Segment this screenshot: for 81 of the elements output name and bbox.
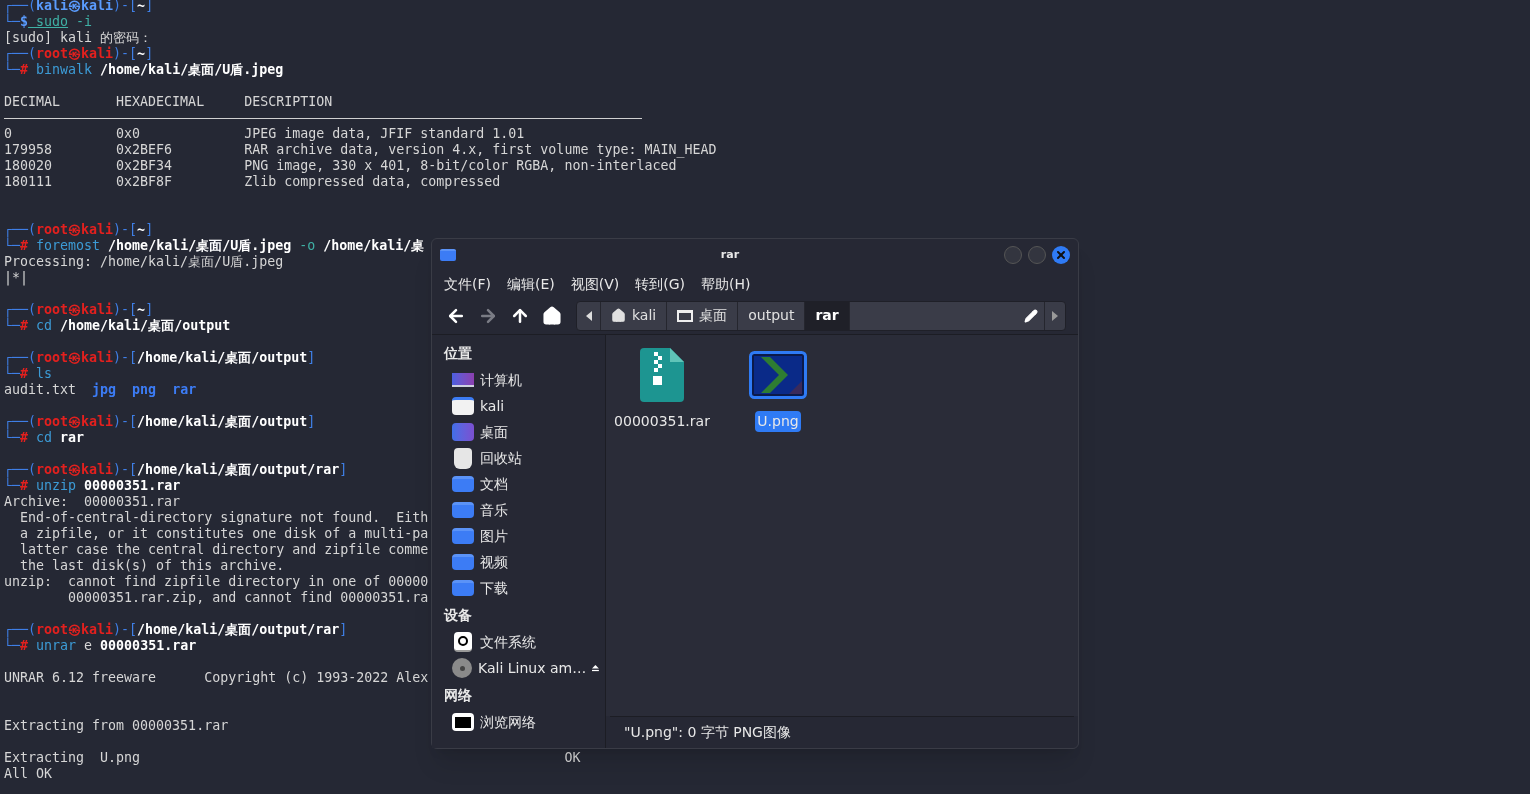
zip-file-icon	[640, 348, 684, 402]
close-icon	[1055, 249, 1067, 261]
terminal-line: ┌──(root㉿kali)-[/home/kali/桌面/output/rar]	[4, 622, 348, 637]
terminal-line: └─# ls	[4, 366, 53, 381]
menu-item[interactable]: 编辑(E)	[507, 273, 555, 295]
terminal-line: ┌──(root㉿kali)-[~]	[4, 302, 154, 317]
terminal-line: 179958 0x2BEF6 RAR archive data, version 4.x, first volume type: MAIN_HEAD	[4, 142, 717, 157]
laptop-icon	[452, 373, 474, 387]
sidebar-item[interactable]: kali	[432, 393, 605, 419]
desktop-icon	[452, 423, 474, 441]
menu-item[interactable]: 文件(F)	[444, 273, 491, 295]
image-thumbnail-icon	[749, 351, 807, 399]
terminal-line: └─# cd /home/kali/桌面/output	[4, 318, 231, 333]
window-title: rar	[720, 246, 740, 263]
terminal-line: |*|	[4, 270, 29, 285]
sidebar-item[interactable]: Kali Linux am…	[432, 655, 605, 681]
folder-icon	[452, 580, 474, 596]
terminal-line: 00000351.rar.zip, and cannot find 00000351.ra	[67, 590, 429, 605]
menu-item[interactable]: 转到(G)	[635, 273, 686, 295]
terminal-line: ┌──(kali㉿kali)-[~]	[4, 0, 154, 13]
terminal-line: └─# unzip 00000351.rar	[4, 478, 181, 493]
terminal-line: ┌──(root㉿kali)-[/home/kali/桌面/output]	[4, 414, 316, 429]
terminal-line: 180020 0x2BF34 PNG image, 330 x 401, 8-bit/color RGBA, non-interlaced	[4, 158, 677, 173]
terminal-line: UNRAR 6.12 freeware Copyright (c) 1993-2022 Alex	[4, 670, 429, 685]
terminal-line: 0 0x0 JPEG image data, JFIF standard 1.01	[4, 126, 525, 141]
close-button[interactable]	[1052, 246, 1070, 264]
path-segment[interactable]: kali	[601, 301, 668, 330]
desktop-icon	[677, 309, 694, 322]
terminal-line: 180111 0x2BF8F Zlib compressed data, compressed	[4, 174, 501, 189]
sidebar-item[interactable]: 音乐	[432, 497, 605, 523]
terminal-line: audit.txt jpg png rar	[4, 382, 197, 397]
path-segment[interactable]: 桌面	[667, 301, 739, 330]
sidebar-heading: 设备	[444, 605, 472, 625]
terminal-line: Archive: 00000351.rar	[4, 494, 181, 509]
sidebar-item[interactable]: 视频	[432, 549, 605, 575]
terminal-line: └─# unrar e 00000351.rar	[4, 638, 197, 653]
sidebar-item[interactable]: 浏览网络	[432, 709, 605, 735]
sidebar-item[interactable]: 下载	[432, 575, 605, 601]
eject-icon[interactable]	[592, 663, 599, 673]
status-text: "U.png": 0 字节 PNG图像	[624, 723, 791, 742]
terminal-line: ┌──(root㉿kali)-[/home/kali/桌面/output/rar]	[4, 462, 348, 477]
folder-icon	[440, 249, 456, 261]
file-item[interactable]: 00000351.rar	[614, 347, 710, 432]
terminal-line: └─# cd rar	[4, 430, 85, 445]
terminal-line: unzip: cannot find zipfile directory in one of 00000	[4, 574, 429, 589]
sidebar-heading: 位置	[444, 343, 472, 363]
terminal-line: └─$ sudo -i	[4, 14, 93, 29]
terminal-line: Extracting U.png OK	[4, 750, 581, 765]
trash-bin-icon	[454, 447, 472, 469]
terminal-line: a zipfile, or it constitutes one disk of a multi-pa	[19, 526, 429, 541]
terminal-line: ┌──(root㉿kali)-[~]	[4, 46, 154, 61]
terminal-line: All OK	[4, 766, 53, 781]
terminal-line: Processing: /home/kali/桌面/U盾.jpeg	[4, 254, 284, 269]
terminal-line: └─# foremost /home/kali/桌面/U盾.jpeg -o /home/kali/桌	[4, 238, 425, 253]
terminal-line: [sudo] kali 的密码：	[4, 30, 153, 45]
terminal-line: DECIMAL HEXADECIMAL DESCRIPTION	[4, 94, 333, 109]
folder-icon	[452, 528, 474, 544]
folder-icon	[452, 397, 474, 415]
sidebar-item[interactable]: 图片	[432, 523, 605, 549]
folder-icon	[452, 502, 474, 518]
path-segment[interactable]: rar	[805, 301, 850, 330]
drive-icon	[454, 632, 472, 652]
sidebar-item[interactable]: 文档	[432, 471, 605, 497]
terminal-line: the last disk(s) of this archive.	[19, 558, 285, 573]
folder-icon	[452, 554, 474, 570]
terminal-line: ┌──(root㉿kali)-[~]	[4, 222, 154, 237]
home-icon	[611, 308, 626, 323]
terminal-line: ┌──(root㉿kali)-[/home/kali/桌面/output]	[4, 350, 316, 365]
menu-item[interactable]: 帮助(H)	[701, 273, 751, 295]
terminal-line: latter case the central directory and zipfile comme	[19, 542, 429, 557]
sidebar-item[interactable]: 计算机	[432, 367, 605, 393]
sidebar-item[interactable]: 桌面	[432, 419, 605, 445]
sidebar-item[interactable]: 文件系统	[432, 629, 605, 655]
sidebar-item[interactable]: 回收站	[432, 445, 605, 471]
terminal-line: Extracting from 00000351.rar	[4, 718, 229, 733]
network-port-icon	[452, 713, 474, 731]
terminal-line: End-of-central-directory signature not found. Eith	[19, 510, 429, 525]
sidebar-heading: 网络	[444, 685, 472, 705]
menu-item[interactable]: 视图(V)	[570, 273, 620, 295]
terminal-line: └─# binwalk /home/kali/桌面/U盾.jpeg	[4, 62, 284, 77]
folder-icon	[452, 476, 474, 492]
